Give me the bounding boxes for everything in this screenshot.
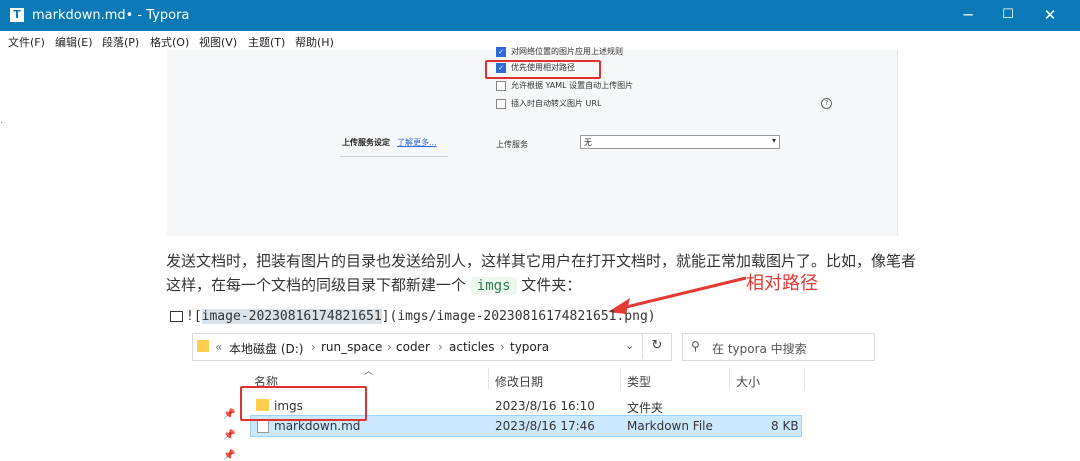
file-type: Markdown File [627, 419, 713, 433]
highlight-box-relative-path [485, 60, 601, 79]
md-file-icon [257, 419, 269, 433]
divider [340, 156, 448, 157]
column-divider [729, 368, 730, 390]
window-title: markdown.md• - Typora [32, 8, 190, 23]
column-divider [488, 368, 489, 390]
maximize-button[interactable]: ☐ [998, 5, 1018, 25]
file-type: 文件夹 [627, 401, 664, 415]
menu-help[interactable]: 帮助(H) [295, 34, 334, 50]
paragraph-line-2: 这样，在每一个文档的同级目录下都新建一个 imgs 文件夹： [166, 274, 581, 295]
search-box: ⚲ 在 typora 中搜索 [682, 333, 875, 361]
inline-code-imgs: imgs [470, 277, 517, 295]
paragraph-text: 这样，在每一个文档的同级目录下都新建一个 [166, 276, 467, 294]
breadcrumb-sep: › [438, 340, 443, 354]
chevron-down-icon: ▾ [771, 136, 776, 145]
file-name: markdown.md [274, 419, 361, 433]
pin-icon: 📌 [223, 409, 236, 420]
image-icon [170, 311, 183, 322]
column-type: 类型 [627, 375, 652, 389]
menu-paragraph[interactable]: 段落(P) [102, 34, 139, 50]
checkbox-checked-icon: ✓ [496, 46, 506, 57]
checkbox-unchecked-icon [496, 80, 506, 91]
breadcrumb-sep: › [387, 340, 392, 354]
pin-icon: 📌 [223, 430, 236, 441]
menu-view[interactable]: 视图(V) [199, 34, 237, 50]
checkbox-unchecked-icon [496, 98, 506, 109]
md-prefix: ![ [186, 309, 202, 324]
folder-icon [197, 340, 209, 352]
column-modified: 修改日期 [495, 375, 544, 389]
breadcrumb-acticles: acticles [449, 340, 495, 354]
column-size: 大小 [736, 375, 761, 389]
upload-service-select: 无 ▾ [580, 135, 780, 149]
chevron-down-icon: ⌄ [625, 339, 635, 352]
close-button[interactable]: ✕ [1040, 5, 1060, 25]
minimize-button[interactable]: ─ [958, 5, 978, 25]
option-network-rule: ✓ 对网络位置的图片应用上述规则 [496, 46, 623, 57]
annotation-relative-path: 相对路径 [746, 273, 818, 294]
option-label: 插入时自动转义图片 URL [511, 99, 602, 108]
file-size: 8 KB [771, 419, 799, 433]
breadcrumb-drive: 本地磁盘 (D:) [229, 342, 304, 356]
option-yaml-upload: 允许根据 YAML 设置自动上传图片 [496, 80, 633, 91]
left-edge-marker: · [0, 118, 4, 129]
sort-up-icon: ︿ [364, 367, 374, 377]
paragraph-line-1: 发送文档时，把装有图片的目录也发送给别人，这样其它用户在打开文档时，就能正常加载… [166, 252, 917, 270]
upload-settings-label: 上传服务设定 [342, 138, 390, 147]
highlight-box-imgs [240, 386, 367, 421]
md-path: ](imgs/image-20230816174821651.png) [381, 309, 656, 324]
option-label: 允许根据 YAML 设置自动上传图片 [511, 81, 634, 90]
file-date: 2023/8/16 16:10 [495, 399, 595, 413]
typora-app-icon: T [10, 8, 24, 22]
help-icon: ? [821, 98, 832, 109]
option-escape-url: 插入时自动转义图片 URL [496, 98, 601, 109]
breadcrumb-overflow: « [215, 340, 223, 354]
file-date: 2023/8/16 17:46 [495, 419, 595, 433]
option-label: 对网络位置的图片应用上述规则 [511, 47, 623, 56]
md-alt-text: image-20230816174821651 [201, 309, 382, 324]
breadcrumb-sep: › [311, 340, 316, 354]
menu-edit[interactable]: 编辑(E) [55, 34, 93, 50]
learn-more-link: 了解更多... [397, 138, 437, 147]
title-bar: T markdown.md• - Typora ─ ☐ ✕ [0, 0, 1080, 31]
paragraph-text: 文件夹： [521, 276, 582, 294]
upload-service-label: 上传服务 [496, 140, 528, 149]
pin-icon: 📌 [223, 450, 236, 461]
breadcrumb-sep: › [500, 340, 505, 354]
upload-service-value: 无 [584, 138, 592, 147]
search-icon: ⚲ [691, 339, 700, 353]
menu-format[interactable]: 格式(O) [150, 34, 189, 50]
column-divider [620, 368, 621, 390]
refresh-icon: ↻ [642, 333, 671, 359]
column-divider [804, 368, 805, 390]
markdown-image-source[interactable]: ![image-20230816174821651](imgs/image-20… [170, 309, 656, 324]
breadcrumb-coder: coder [396, 340, 430, 354]
address-bar: « 本地磁盘 (D:) › run_space › coder › acticl… [192, 333, 672, 361]
search-placeholder: 在 typora 中搜索 [712, 342, 807, 356]
menu-file[interactable]: 文件(F) [8, 34, 45, 50]
menu-theme[interactable]: 主题(T) [248, 34, 285, 50]
breadcrumb-typora: typora [510, 340, 550, 354]
breadcrumb-run-space: run_space [321, 340, 383, 354]
